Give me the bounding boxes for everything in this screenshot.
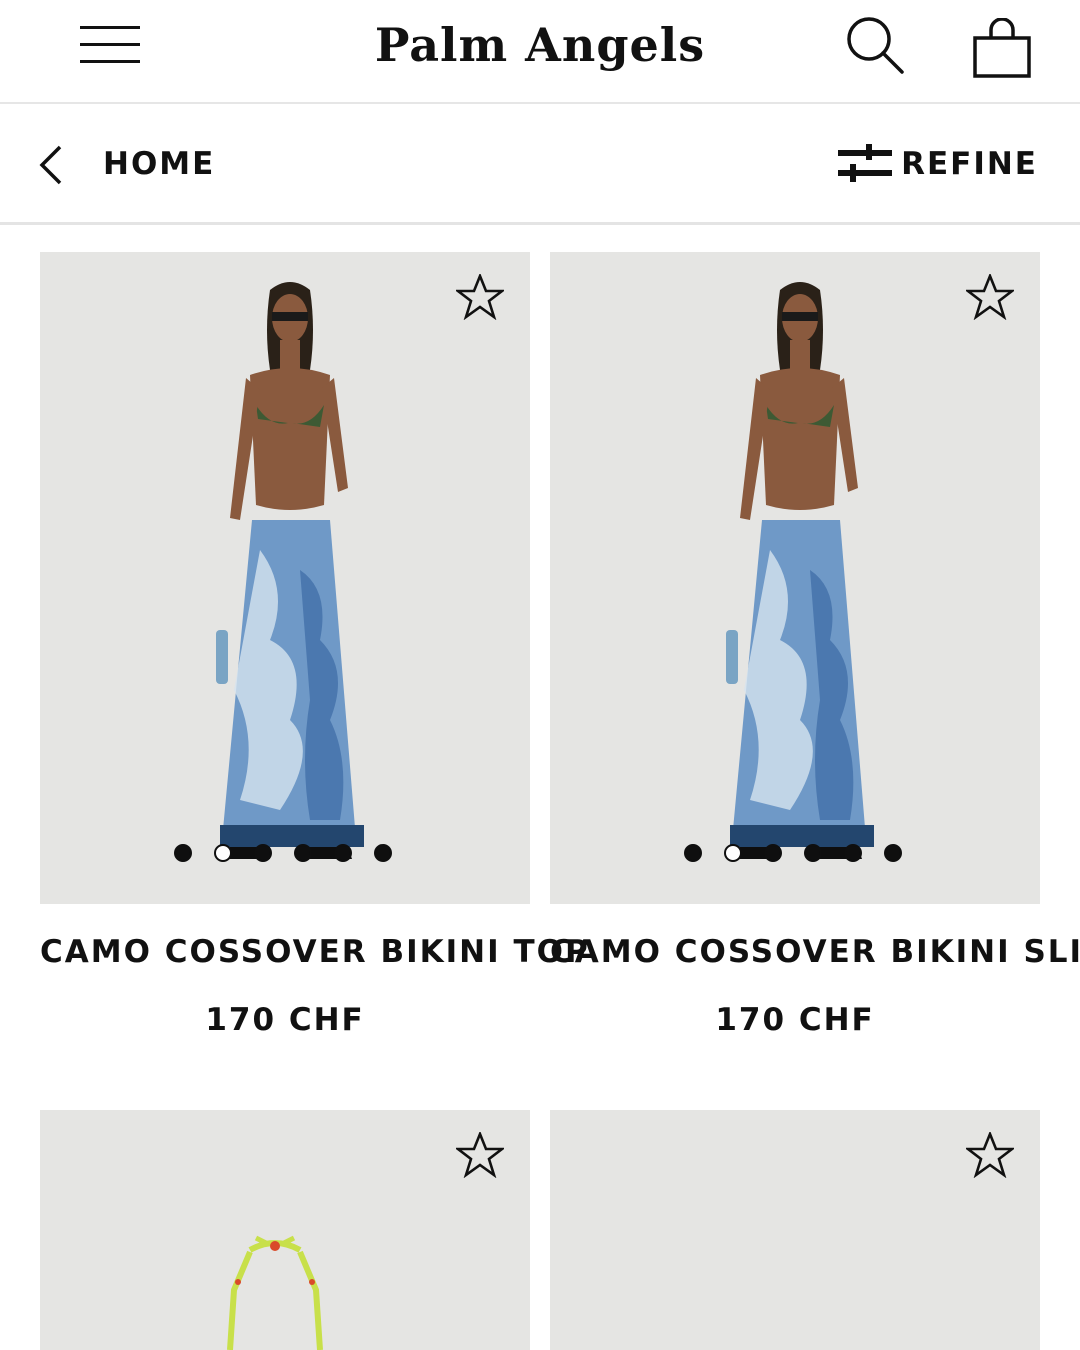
carousel-dot-active[interactable]	[214, 844, 232, 862]
product-image-2[interactable]	[550, 252, 1040, 904]
carousel-dot[interactable]	[884, 844, 902, 862]
carousel-dot[interactable]	[294, 844, 312, 862]
filter-sliders-icon[interactable]	[836, 144, 894, 184]
carousel-dot[interactable]	[334, 844, 352, 862]
product-image-1[interactable]	[40, 252, 530, 904]
star-favorite-icon[interactable]	[456, 1132, 504, 1178]
search-icon[interactable]	[844, 14, 906, 76]
chevron-left-icon[interactable]	[36, 144, 66, 186]
carousel-dot[interactable]	[844, 844, 862, 862]
carousel-dot[interactable]	[254, 844, 272, 862]
product-image-3[interactable]	[40, 1110, 530, 1350]
product-price: 170 CHF	[205, 1002, 365, 1038]
carousel-dot[interactable]	[804, 844, 822, 862]
bikini-product-photo	[227, 1235, 323, 1350]
refine-button[interactable]: REFINE	[901, 142, 1038, 186]
carousel-dot[interactable]	[764, 844, 782, 862]
model-photo	[726, 282, 874, 859]
shopping-bag-icon[interactable]	[972, 18, 1032, 80]
star-favorite-icon[interactable]	[456, 274, 504, 320]
image-carousel-dots	[174, 844, 394, 866]
sub-navigation-bar: HOME REFINE	[0, 104, 1080, 225]
brand-logo[interactable]: Palm Angels	[340, 10, 740, 80]
carousel-dot[interactable]	[174, 844, 192, 862]
product-title[interactable]: CAMO COSSOVER BIKINI SLIP	[550, 930, 1080, 974]
product-title[interactable]: CAMO COSSOVER BIKINI TOP	[40, 930, 588, 974]
product-image-4[interactable]	[550, 1110, 1040, 1350]
star-favorite-icon[interactable]	[966, 274, 1014, 320]
image-carousel-dots	[684, 844, 904, 866]
hamburger-menu-icon[interactable]	[80, 26, 140, 66]
carousel-dot-active[interactable]	[724, 844, 742, 862]
star-favorite-icon[interactable]	[966, 1132, 1014, 1178]
model-photo	[216, 282, 364, 859]
carousel-dot[interactable]	[684, 844, 702, 862]
back-to-home-link[interactable]: HOME	[103, 142, 215, 186]
product-price: 170 CHF	[715, 1002, 875, 1038]
top-header: Palm Angels	[0, 0, 1080, 104]
carousel-dot[interactable]	[374, 844, 392, 862]
